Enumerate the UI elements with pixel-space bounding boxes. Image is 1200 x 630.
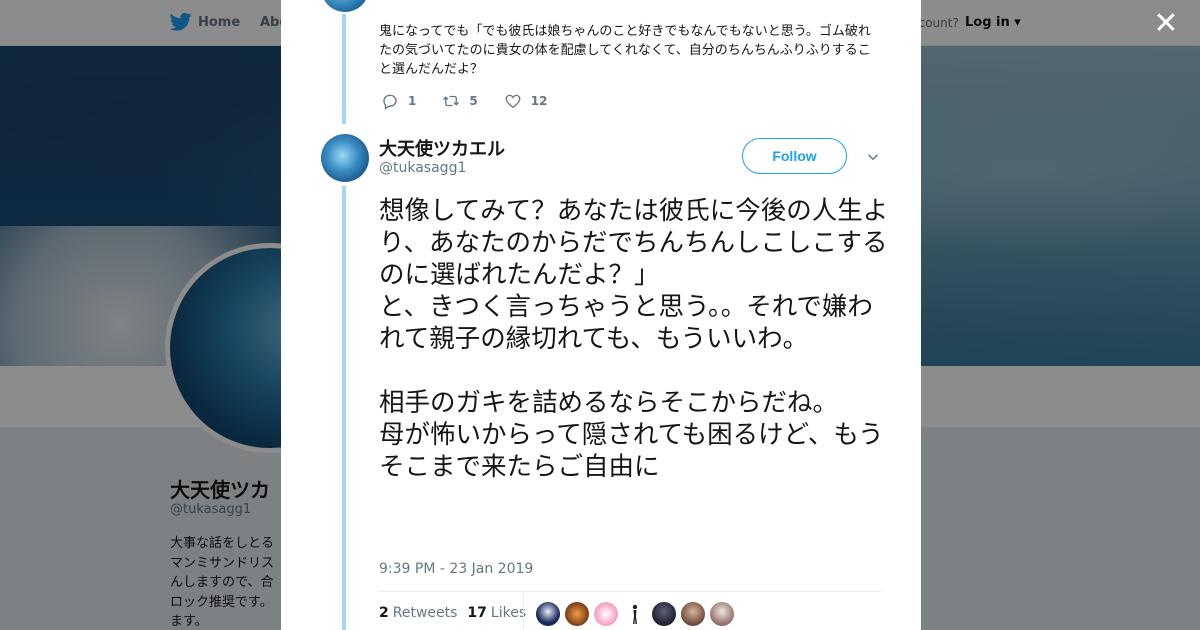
previous-tweet-actions: 1 5 12 [381,92,573,110]
likes-stat[interactable]: 17 Likes [467,605,526,621]
reply-button[interactable]: 1 [381,92,416,110]
person-silhouette-icon [632,604,638,624]
follow-button[interactable]: Follow [742,138,847,174]
retweet-icon [443,95,460,107]
retweets-label: Retweets [392,605,458,621]
liker-avatar[interactable] [536,602,560,626]
previous-tweet-text: 鬼になってでも「でも彼氏は娘ちゃんのこと好きでもなんでもないと思う。ゴム破れたの… [379,24,871,77]
liker-avatar[interactable] [565,602,589,626]
likes-label: Likes [490,605,527,621]
liker-avatars [536,602,739,626]
previous-tweet-avatar[interactable] [321,0,369,12]
reply-icon [383,94,397,110]
author-avatar[interactable] [321,134,369,182]
chevron-down-icon[interactable] [864,148,882,166]
stats-divider [379,591,881,592]
liker-avatar[interactable] [652,602,676,626]
retweet-button[interactable]: 5 [442,92,478,110]
retweets-stat[interactable]: 2 Retweets [379,605,457,621]
liker-avatar[interactable] [594,602,618,626]
tweet-timestamp[interactable]: 9:39 PM - 23 Jan 2019 [379,561,533,577]
like-icon [505,94,521,109]
retweet-total: 2 [379,605,389,621]
like-count: 12 [530,94,548,108]
reply-count: 1 [408,94,417,108]
close-icon[interactable]: ✕ [1152,9,1180,39]
tweet-text: 想像してみて？あなたは彼氏に今後の人生より、あなたのからだでちんちんしこしこする… [379,196,889,482]
tweet-stats: 2 Retweets 17 Likes [379,605,536,621]
stats-separator [523,592,524,630]
thread-line [342,14,346,124]
liker-avatar[interactable] [681,602,705,626]
author-handle[interactable]: @tukasagg1 [379,160,466,176]
liker-avatar[interactable] [710,602,734,626]
tweet-modal: 鬼になってでも「でも彼氏は娘ちゃんのこと好きでもなんでもないと思う。ゴム破れたの… [281,0,921,630]
like-button[interactable]: 12 [504,92,548,110]
thread-line [342,186,346,630]
liker-avatar[interactable] [623,602,647,626]
like-total: 17 [467,605,487,621]
author-name[interactable]: 大天使ツカエル [379,135,505,161]
retweet-count: 5 [469,94,478,108]
